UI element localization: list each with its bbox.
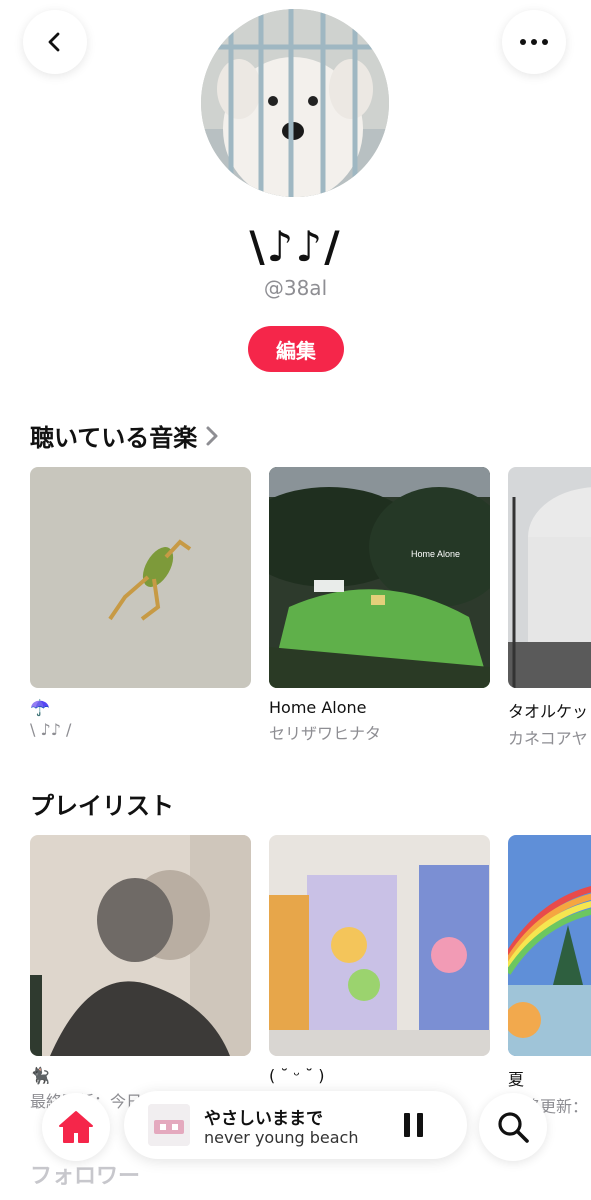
album-tile[interactable]: タオルケッ カネコアヤ — [508, 467, 591, 749]
album-tile[interactable]: Home Alone Home Alone セリザワヒナタ — [269, 467, 490, 744]
playlist-tile[interactable]: 夏 最終更新： — [508, 835, 591, 1117]
listening-section-header[interactable]: 聴いている音楽 — [30, 418, 221, 453]
chevron-right-icon — [206, 426, 218, 445]
display-name: \♪♪/ — [249, 222, 342, 271]
album-artist: \ ♪♪ / — [30, 720, 72, 739]
now-playing-title: やさしいままで — [204, 1109, 323, 1129]
edit-profile-button[interactable]: 編集 — [248, 326, 344, 372]
playlist-tile[interactable]: ( ˘ ᵕ ˘ ) — [269, 835, 490, 1088]
playlist-title: 夏 — [508, 1070, 525, 1089]
playlist-cover[interactable] — [269, 835, 490, 1056]
more-button[interactable] — [502, 10, 566, 74]
album-cover[interactable] — [508, 467, 591, 688]
playlists-row[interactable]: 🐈‍⬛ 最終更新：今日 ( ˘ ᵕ ˘ ) — [0, 835, 591, 1135]
album-title: ☂️ — [30, 698, 50, 717]
playlist-title: ( ˘ ᵕ ˘ ) — [269, 1066, 325, 1085]
now-playing-artist: never young beach — [204, 1128, 359, 1147]
back-button[interactable] — [23, 10, 87, 74]
avatar[interactable] — [201, 9, 389, 197]
followers-title: フォロワー — [30, 1164, 141, 1189]
album-cover[interactable] — [30, 467, 251, 688]
album-artist: セリザワヒナタ — [269, 724, 382, 743]
playlists-title: プレイリスト — [30, 792, 174, 820]
home-icon — [59, 1111, 93, 1143]
playlist-title: 🐈‍⬛ — [30, 1066, 50, 1085]
album-title: タオルケッ — [508, 702, 589, 721]
album-cover[interactable]: Home Alone — [269, 467, 490, 688]
back-icon — [48, 32, 60, 52]
album-title: Home Alone — [269, 698, 367, 717]
now-playing-artwork — [148, 1104, 190, 1146]
album-tile[interactable]: ☂️ \ ♪♪ / — [30, 467, 251, 739]
playlist-cover[interactable] — [30, 835, 251, 1056]
album-cover-text: Home Alone — [411, 549, 461, 559]
playlist-tile[interactable]: 🐈‍⬛ 最終更新：今日 — [30, 835, 251, 1112]
mini-player[interactable]: やさしいままで never young beach — [124, 1091, 467, 1159]
home-button[interactable] — [42, 1093, 110, 1161]
playlist-cover[interactable] — [508, 835, 591, 1056]
listening-title: 聴いている音楽 — [30, 424, 198, 452]
search-button[interactable] — [479, 1093, 547, 1161]
user-handle: @38al — [263, 276, 328, 300]
more-icon — [520, 39, 548, 45]
search-icon — [498, 1112, 529, 1143]
listening-row[interactable]: ☂️ \ ♪♪ / Home Alone Home Alone セリザワヒナタ — [0, 467, 591, 767]
playlists-section-header: プレイリスト — [30, 786, 174, 821]
pause-icon[interactable] — [404, 1113, 424, 1137]
album-artist: カネコアヤ — [508, 729, 588, 748]
